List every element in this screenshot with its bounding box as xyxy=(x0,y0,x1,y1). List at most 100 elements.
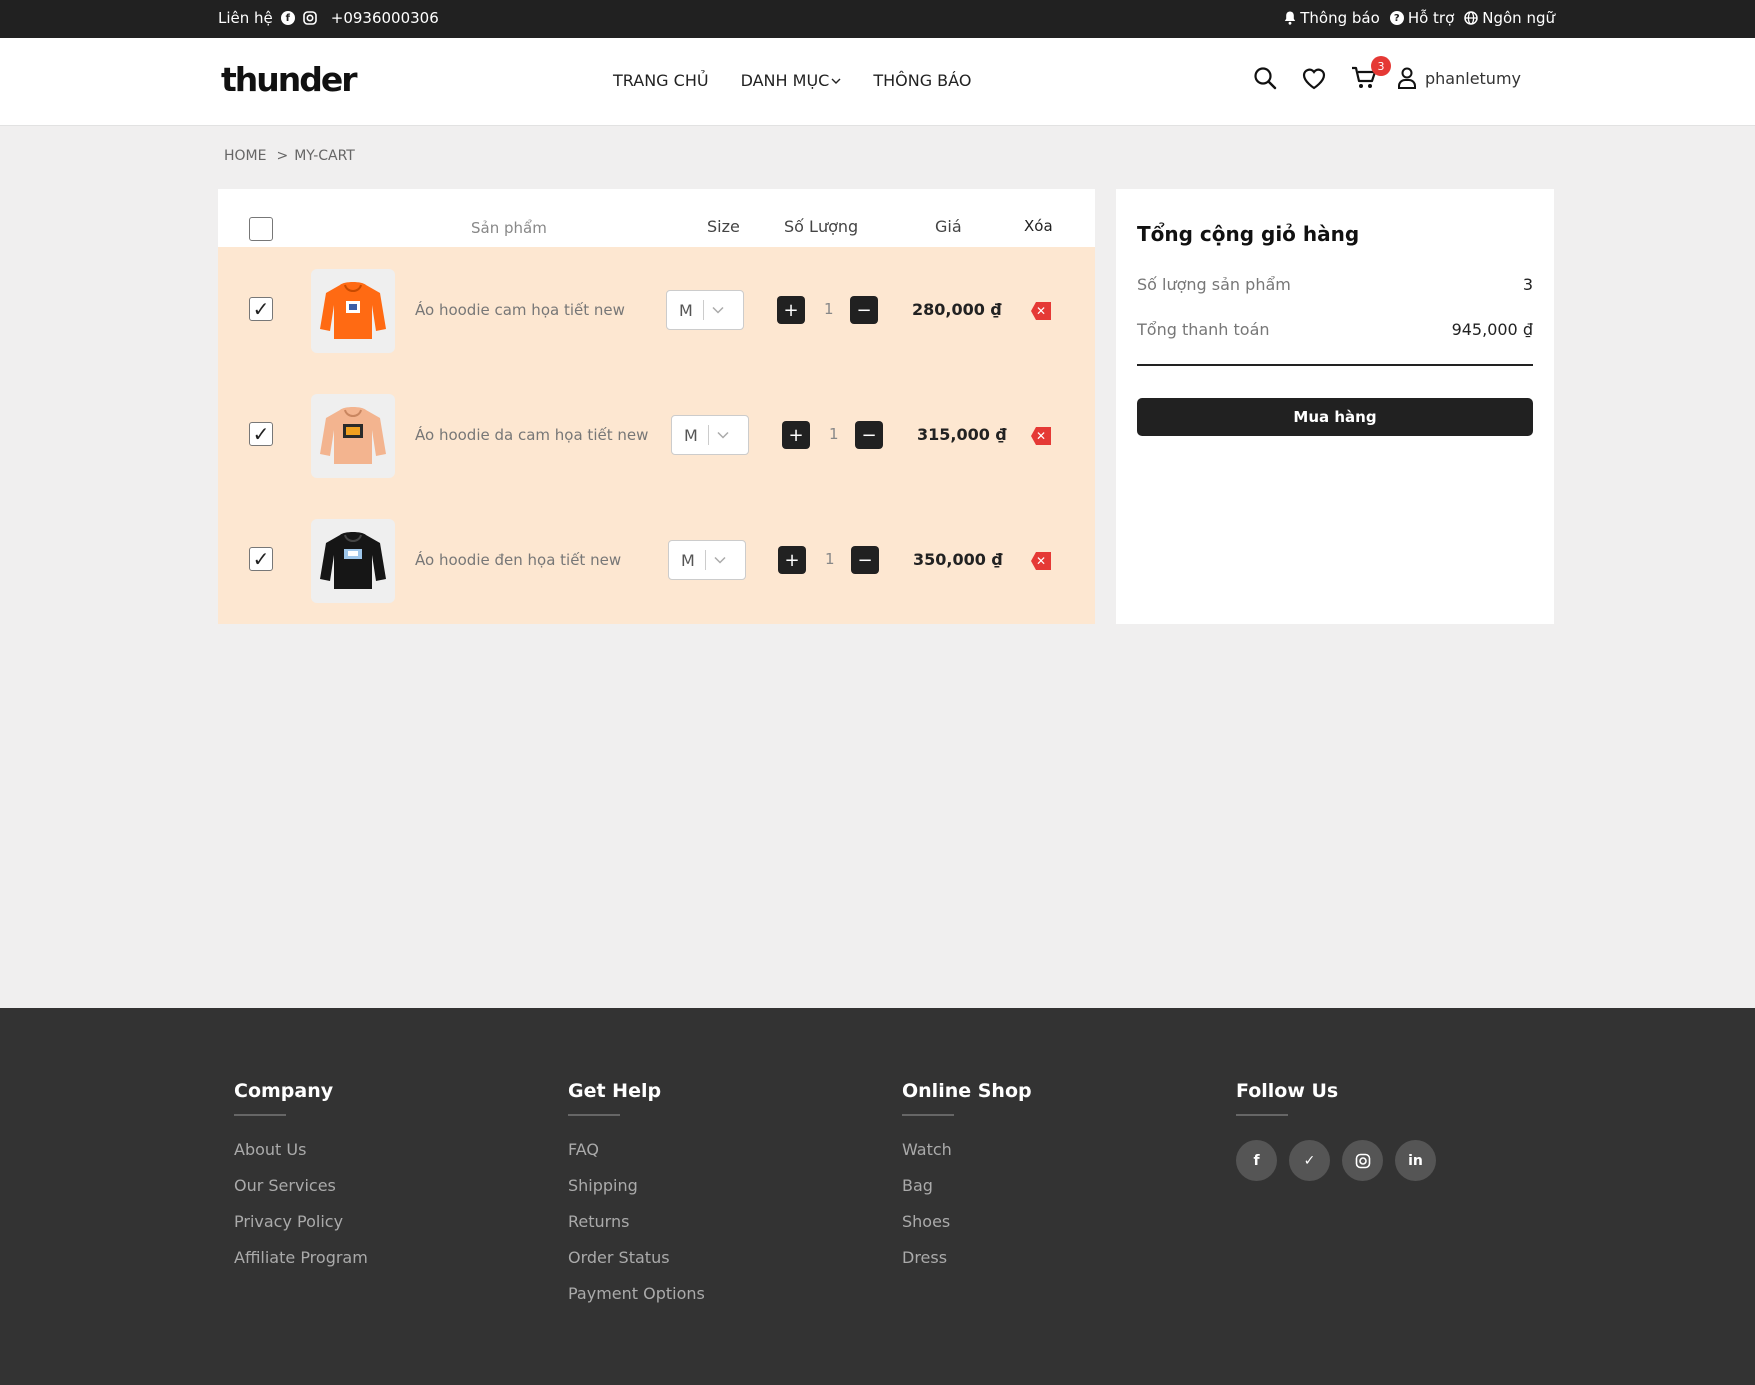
increase-quantity-button[interactable]: + xyxy=(782,421,810,449)
breadcrumb-current: MY-CART xyxy=(294,148,355,164)
product-name[interactable]: Áo hoodie cam họa tiết new xyxy=(415,301,625,319)
delete-icon[interactable]: ✕ xyxy=(1031,302,1051,320)
footer-link[interactable]: FAQ xyxy=(568,1140,705,1162)
item-checkbox[interactable]: ✓ xyxy=(249,547,273,571)
hoodie-image xyxy=(320,282,386,339)
footer-link[interactable]: Bag xyxy=(902,1176,1032,1198)
footer-link[interactable]: Our Services xyxy=(234,1176,368,1198)
cart-row: ✓ Áo hoodie đen họa tiết new M + 1 − 350… xyxy=(218,497,1095,622)
footer-shop: Online Shop Watch Bag Shoes Dress xyxy=(902,1080,1032,1284)
cart-summary: Tổng cộng giỏ hàng Số lượng sản phẩm 3 T… xyxy=(1116,189,1554,624)
globe-icon xyxy=(1464,11,1479,25)
hoodie-image xyxy=(320,407,386,464)
bell-icon xyxy=(1285,11,1296,25)
item-checkbox[interactable]: ✓ xyxy=(249,422,273,446)
quantity-value: 1 xyxy=(829,425,839,443)
product-thumbnail[interactable] xyxy=(311,269,395,353)
main-header: thunder TRANG CHỦ DANH MỤC THÔNG BÁO 3 p… xyxy=(0,38,1755,126)
increase-quantity-button[interactable]: + xyxy=(777,296,805,324)
product-thumbnail[interactable] xyxy=(311,519,395,603)
social-links: f ✓ in xyxy=(1236,1140,1436,1181)
user-icon xyxy=(1398,67,1416,89)
product-name[interactable]: Áo hoodie đen họa tiết new xyxy=(415,551,621,569)
support-link[interactable]: ? Hỗ trợ xyxy=(1389,9,1454,27)
footer-link[interactable]: About Us xyxy=(234,1140,368,1162)
footer-link[interactable]: Payment Options xyxy=(568,1284,705,1306)
user-menu[interactable]: phanletumy xyxy=(1397,67,1521,89)
phone-number[interactable]: +0936000306 xyxy=(331,9,439,27)
chevron-down-icon xyxy=(714,556,726,564)
chevron-down-icon xyxy=(712,306,724,314)
product-thumbnail[interactable] xyxy=(311,394,395,478)
summary-divider xyxy=(1137,364,1533,366)
cart-count-badge: 3 xyxy=(1371,56,1391,76)
column-product: Sản phẩm xyxy=(471,219,547,237)
footer-heading: Get Help xyxy=(568,1080,662,1102)
linkedin-icon[interactable]: in xyxy=(1395,1140,1436,1181)
breadcrumb: HOME > MY-CART xyxy=(224,148,355,164)
chevron-down-icon xyxy=(831,78,841,84)
summary-count-value: 3 xyxy=(1522,275,1533,294)
footer-company: Company About Us Our Services Privacy Po… xyxy=(234,1080,368,1284)
heading-underline xyxy=(902,1114,954,1116)
footer-heading: Follow Us xyxy=(1236,1080,1339,1102)
decrease-quantity-button[interactable]: − xyxy=(855,421,883,449)
decrease-quantity-button[interactable]: − xyxy=(850,296,878,324)
notifications-link[interactable]: Thông báo xyxy=(1284,9,1380,27)
increase-quantity-button[interactable]: + xyxy=(778,546,806,574)
nav-notifications[interactable]: THÔNG BÁO xyxy=(873,71,971,90)
summary-total-value: 945,000 ₫ xyxy=(1451,320,1533,339)
twitter-icon[interactable]: ✓ xyxy=(1289,1140,1330,1181)
footer-link[interactable]: Order Status xyxy=(568,1248,705,1270)
footer-link[interactable]: Dress xyxy=(902,1248,1032,1270)
main-nav: TRANG CHỦ DANH MỤC THÔNG BÁO xyxy=(613,71,971,90)
footer-link[interactable]: Privacy Policy xyxy=(234,1212,368,1234)
breadcrumb-separator: > xyxy=(276,148,289,164)
footer-link[interactable]: Watch xyxy=(902,1140,1032,1162)
decrease-quantity-button[interactable]: − xyxy=(851,546,879,574)
footer: Company About Us Our Services Privacy Po… xyxy=(0,1008,1755,1385)
summary-count-row: Số lượng sản phẩm 3 xyxy=(1137,275,1533,294)
breadcrumb-home[interactable]: HOME xyxy=(224,148,266,164)
column-price: Giá xyxy=(935,217,962,236)
delete-icon[interactable]: ✕ xyxy=(1031,552,1051,570)
logo[interactable]: thunder xyxy=(221,60,358,99)
facebook-icon[interactable]: f xyxy=(1236,1140,1277,1181)
cart-button[interactable]: 3 xyxy=(1351,56,1391,90)
question-icon: ? xyxy=(1389,11,1404,25)
chevron-down-icon xyxy=(717,431,729,439)
username: phanletumy xyxy=(1425,68,1521,88)
footer-help: Get Help FAQ Shipping Returns Order Stat… xyxy=(568,1080,705,1320)
buy-button[interactable]: Mua hàng xyxy=(1137,398,1533,436)
footer-link[interactable]: Shipping xyxy=(568,1176,705,1198)
summary-title: Tổng cộng giỏ hàng xyxy=(1137,222,1360,246)
item-price: 350,000 ₫ xyxy=(913,550,1003,569)
select-all-checkbox[interactable] xyxy=(249,217,273,241)
cart-table-header: Sản phẩm Size Số Lượng Giá Xóa xyxy=(218,189,1095,247)
footer-link[interactable]: Shoes xyxy=(902,1212,1032,1234)
search-icon[interactable] xyxy=(1253,66,1277,90)
heart-icon[interactable] xyxy=(1301,66,1327,90)
heading-underline xyxy=(568,1114,620,1116)
cart-row: ✓ Áo hoodie da cam họa tiết new M + 1 − … xyxy=(218,372,1095,497)
nav-home[interactable]: TRANG CHỦ xyxy=(613,71,709,90)
summary-total-row: Tổng thanh toán 945,000 ₫ xyxy=(1137,320,1533,339)
item-checkbox[interactable]: ✓ xyxy=(249,297,273,321)
footer-link[interactable]: Affiliate Program xyxy=(234,1248,368,1270)
size-select[interactable]: M xyxy=(671,415,749,455)
product-name[interactable]: Áo hoodie da cam họa tiết new xyxy=(415,426,648,444)
instagram-icon[interactable] xyxy=(302,11,317,25)
cart-table: Sản phẩm Size Số Lượng Giá Xóa ✓ Áo hood… xyxy=(218,189,1095,624)
language-link[interactable]: Ngôn ngữ xyxy=(1464,9,1555,27)
facebook-icon[interactable]: f xyxy=(280,11,295,25)
instagram-icon[interactable] xyxy=(1342,1140,1383,1181)
cart-row: ✓ Áo hoodie cam họa tiết new M + 1 − 280… xyxy=(218,247,1095,372)
heading-underline xyxy=(1236,1114,1288,1116)
nav-category[interactable]: DANH MỤC xyxy=(741,71,842,90)
footer-heading: Company xyxy=(234,1080,334,1102)
size-select[interactable]: M xyxy=(668,540,746,580)
column-delete: Xóa xyxy=(1024,217,1053,235)
footer-link[interactable]: Returns xyxy=(568,1212,705,1234)
delete-icon[interactable]: ✕ xyxy=(1031,427,1051,445)
size-select[interactable]: M xyxy=(666,290,744,330)
